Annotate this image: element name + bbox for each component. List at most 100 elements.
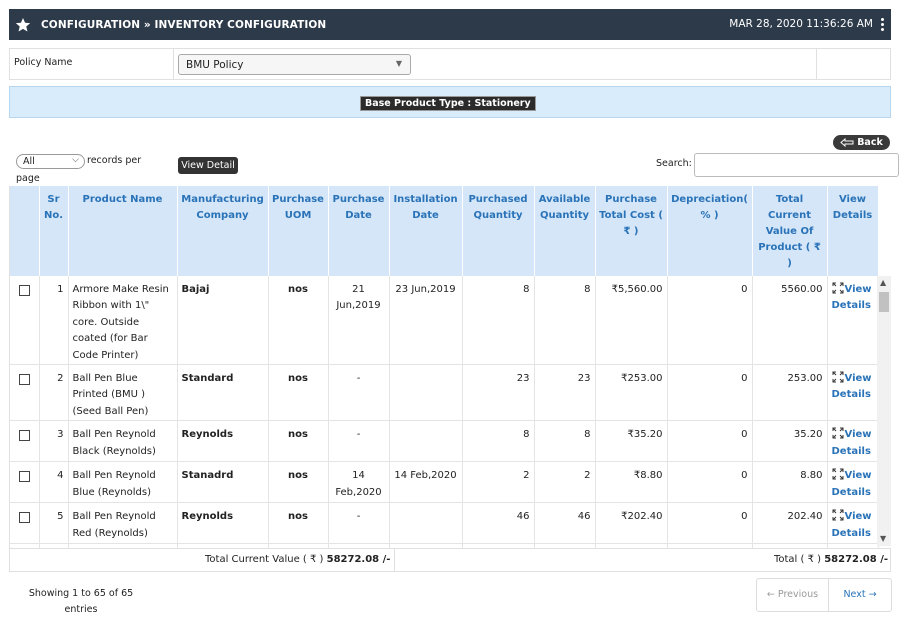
column-header[interactable]: Depreciation( % ) <box>667 186 753 276</box>
pagination-controls: ← Previous Next → <box>756 578 892 612</box>
sr-no-cell: 4 <box>39 461 69 504</box>
pagination-info: Showing 1 to 65 of 65 entries <box>28 588 134 615</box>
scroll-up-icon[interactable]: ▲ <box>880 278 886 287</box>
column-header[interactable]: Total Current Value Of Product ( ₹ ) <box>752 186 828 276</box>
table-row[interactable]: 5 Ball Pen Reynold Red (Reynolds) Reynolds… <box>10 502 879 545</box>
total-label: Total ( ₹ ) <box>773 554 822 565</box>
installation-date-cell: 14 Feb,2020 <box>389 461 463 504</box>
purchase-date-cell: - <box>328 364 390 422</box>
totals-row: Total Current Value ( ₹ ) 58272.08 /- To… <box>9 548 891 572</box>
divider <box>173 49 174 79</box>
table-body: 1 Armore Make Resin Ribbon with 1\" core.… <box>10 276 879 548</box>
depreciation-cell: 0 <box>667 502 753 545</box>
column-header[interactable]: View Details <box>827 186 879 276</box>
column-header[interactable]: Purchase Date <box>328 186 390 276</box>
purchased-qty-cell: 23 <box>462 364 535 422</box>
expand-icon <box>832 509 843 521</box>
uom-cell: nos <box>268 420 329 463</box>
divider <box>394 549 395 571</box>
purchase-date-cell: 14 Feb,2020 <box>328 461 390 504</box>
table-row[interactable]: 1 Armore Make Resin Ribbon with 1\" core.… <box>10 276 879 366</box>
column-header[interactable]: Purchased Quantity <box>462 186 535 276</box>
view-details-cell: View Details <box>827 276 879 366</box>
policy-select[interactable]: BMU Policy ▼ <box>178 54 411 75</box>
row-checkbox-cell <box>10 461 40 504</box>
sr-no-cell: 5 <box>39 502 69 545</box>
star-icon <box>15 17 31 31</box>
row-checkbox[interactable] <box>18 430 30 442</box>
purchase-cost-cell: ₹5,560.00 <box>595 276 668 366</box>
current-value-cell: 253.00 <box>752 364 828 422</box>
back-button[interactable]: Back <box>833 135 890 150</box>
table-scrollbar[interactable]: ▲ ▼ <box>877 276 891 546</box>
purchase-cost-cell: ₹8.80 <box>595 461 668 504</box>
depreciation-cell: 0 <box>667 276 753 366</box>
current-value-cell: 8.80 <box>752 461 828 504</box>
previous-page-button[interactable]: ← Previous <box>757 579 829 611</box>
column-header[interactable]: Product Name <box>68 186 178 276</box>
total-value: Total ( ₹ ) 58272.08 /- <box>774 554 888 565</box>
search-input[interactable] <box>694 153 899 177</box>
company-cell: Standard <box>177 364 269 422</box>
purchase-cost-cell: ₹202.40 <box>595 502 668 545</box>
column-header[interactable]: Sr No. <box>39 186 69 276</box>
uom-cell: nos <box>268 364 329 422</box>
available-qty-cell: 2 <box>534 461 596 504</box>
company-cell: Reynolds <box>177 502 269 545</box>
scroll-thumb[interactable] <box>879 292 889 312</box>
row-checkbox[interactable] <box>18 285 30 296</box>
available-qty-cell: 46 <box>534 502 596 545</box>
company-cell: Reynolds <box>177 420 269 463</box>
view-details-link[interactable]: View Details <box>832 468 872 498</box>
row-checkbox[interactable] <box>18 512 30 524</box>
total-amount: 58272.08 /- <box>824 554 888 565</box>
product-name-cell: Ball Pen Reynold Blue (Reynolds) <box>68 461 178 504</box>
scroll-down-icon[interactable]: ▼ <box>880 534 886 543</box>
sr-no-cell: 2 <box>39 364 69 422</box>
purchase-cost-cell: ₹253.00 <box>595 364 668 422</box>
search-label: Search: <box>656 158 692 169</box>
view-details-link[interactable]: View Details <box>832 282 872 311</box>
installation-date-cell <box>389 420 463 463</box>
view-detail-button[interactable]: View Detail <box>178 157 238 174</box>
inventory-table-wrapper: Sr No. Product Name Manufacturing Compan… <box>9 186 891 548</box>
current-value-cell: 5560.00 <box>752 276 828 366</box>
total-current-value: Total Current Value ( ₹ ) 58272.08 /- <box>205 554 390 565</box>
table-row[interactable]: 3 Ball Pen Reynold Black (Reynolds) Reynol… <box>10 420 879 463</box>
column-header[interactable]: Installation Date <box>389 186 463 276</box>
expand-icon <box>832 427 843 439</box>
sr-no-cell: 3 <box>39 420 69 463</box>
view-details-link[interactable]: View Details <box>832 427 872 457</box>
view-details-link[interactable]: View Details <box>832 371 872 400</box>
table-row[interactable]: 2 Ball Pen Blue Printed (BMU ) (Seed Ball… <box>10 364 879 422</box>
current-value-cell: 35.20 <box>752 420 828 463</box>
kebab-menu-icon[interactable] <box>881 18 885 31</box>
product-name-cell: Ball Pen Blue Printed (BMU ) (Seed Ball … <box>68 364 178 422</box>
installation-date-cell <box>389 364 463 422</box>
next-page-button[interactable]: Next → <box>829 579 891 611</box>
table-row[interactable]: 4 Ball Pen Reynold Blue (Reynolds) Stanadr… <box>10 461 879 504</box>
column-header[interactable]: Available Quantity <box>534 186 596 276</box>
row-checkbox-cell <box>10 502 40 545</box>
column-header <box>10 186 40 276</box>
base-product-type-band: Base Product Type : Stationery <box>9 86 891 118</box>
uom-cell: nos <box>268 461 329 504</box>
expand-icon <box>832 468 843 480</box>
page-label: page <box>16 173 40 184</box>
datetime-display: MAR 28, 2020 11:36:26 AM <box>729 18 873 30</box>
row-checkbox[interactable] <box>18 471 30 483</box>
column-header[interactable]: Purchase UOM <box>268 186 329 276</box>
available-qty-cell: 8 <box>534 276 596 366</box>
back-arrow-icon <box>840 138 854 147</box>
records-per-page-value: All <box>23 156 35 167</box>
row-checkbox[interactable] <box>18 374 30 386</box>
column-header[interactable]: Purchase Total Cost ( ₹ ) <box>595 186 668 276</box>
view-details-link[interactable]: View Details <box>832 509 872 539</box>
policy-label: Policy Name <box>14 57 73 68</box>
purchased-qty-cell: 46 <box>462 502 535 545</box>
company-cell: Bajaj <box>177 276 269 366</box>
view-details-cell: View Details <box>827 420 879 463</box>
records-per-page-select[interactable]: All ⌵ <box>16 154 85 169</box>
column-header[interactable]: Manufacturing Company <box>177 186 269 276</box>
policy-row: Policy Name BMU Policy ▼ <box>9 48 891 80</box>
